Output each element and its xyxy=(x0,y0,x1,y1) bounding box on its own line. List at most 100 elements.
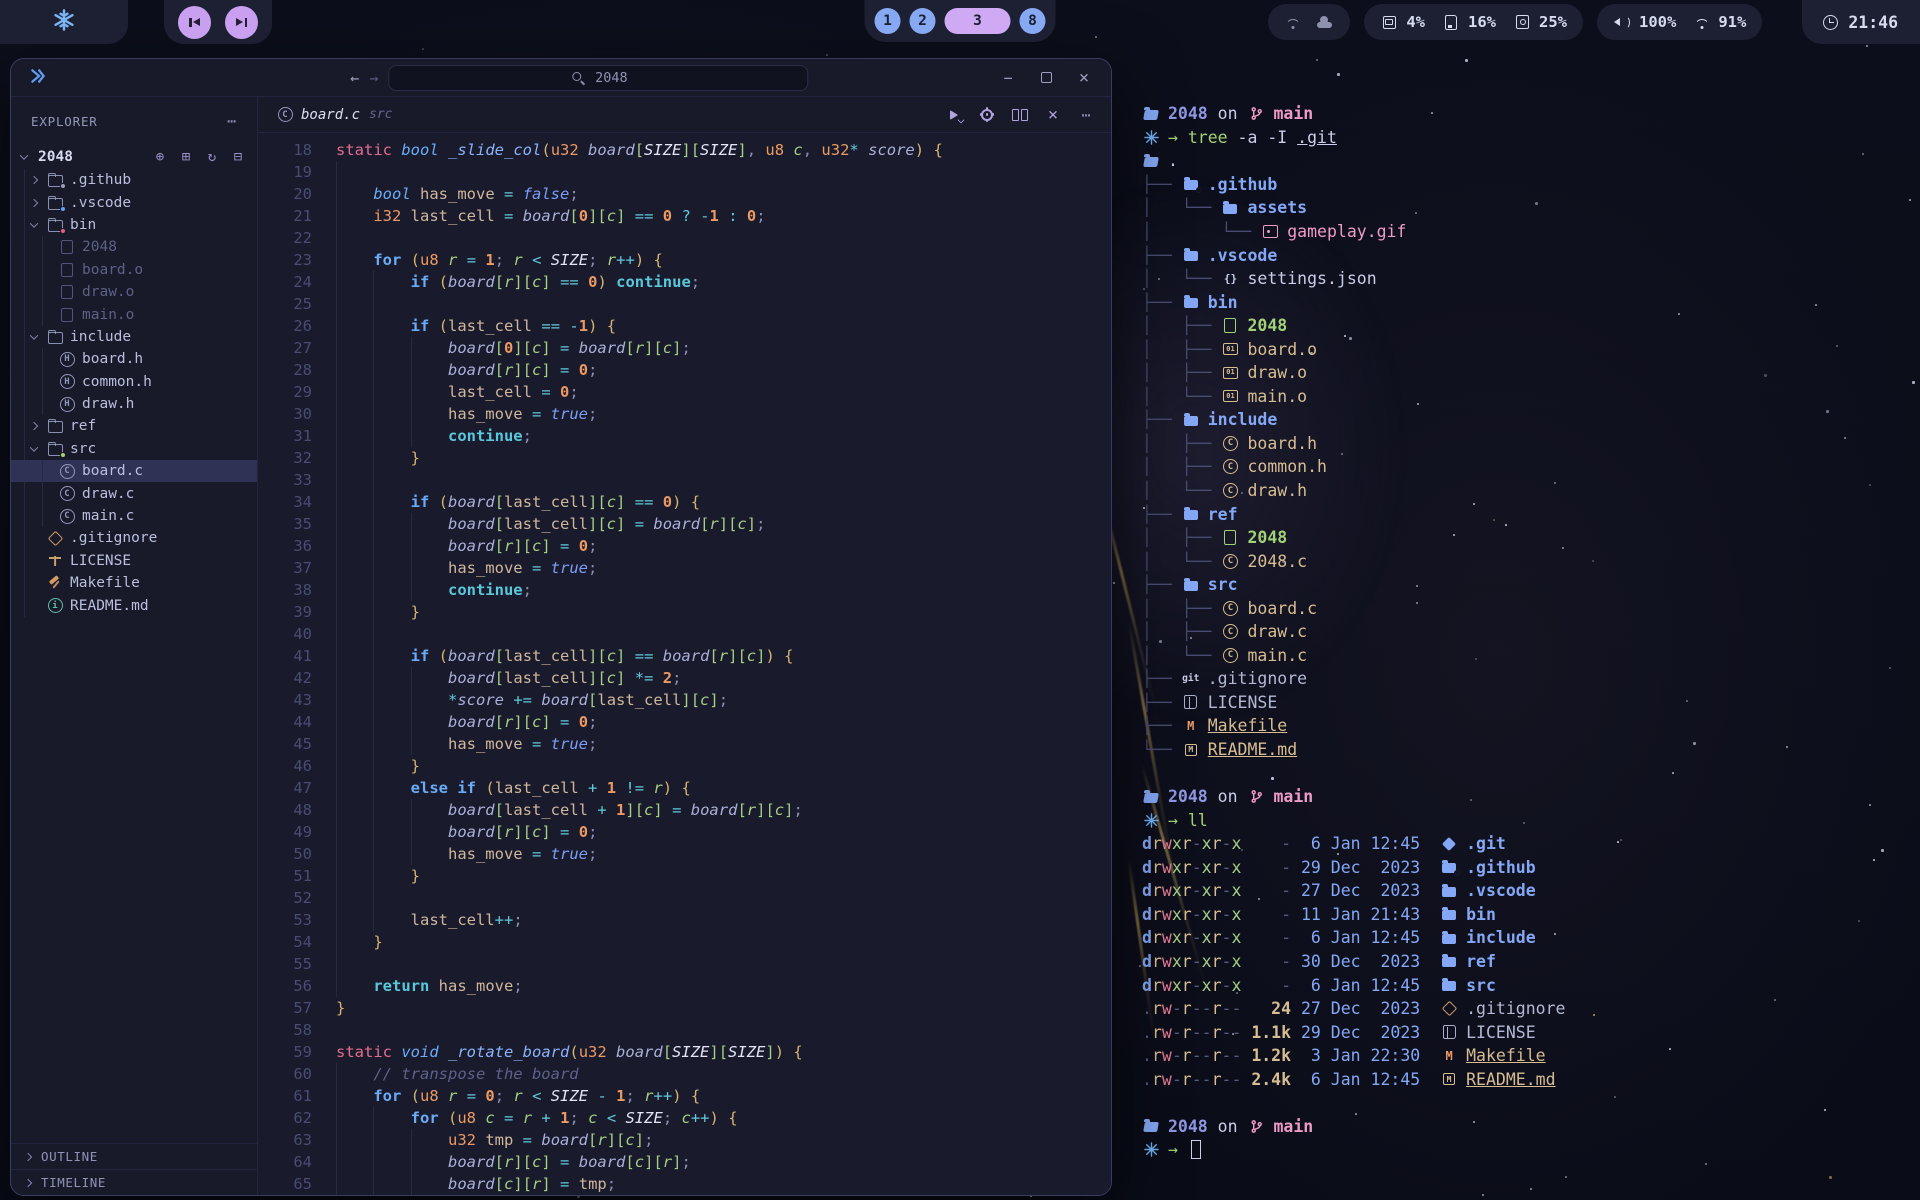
code-line[interactable]: 39 } xyxy=(258,601,1111,623)
code-line[interactable]: 61 for (u8 r = 0; r < SIZE - 1; r++) { xyxy=(258,1085,1111,1107)
code-line[interactable]: 47 else if (last_cell + 1 != r) { xyxy=(258,777,1111,799)
code-line[interactable]: 32 } xyxy=(258,447,1111,469)
explorer-item-.github[interactable]: .github xyxy=(11,169,257,191)
code-line[interactable]: 41 if (board[last_cell][c] == board[r][c… xyxy=(258,645,1111,667)
explorer-item-board.c[interactable]: board.c xyxy=(11,460,257,482)
explorer-item-Makefile[interactable]: Makefile xyxy=(11,572,257,594)
media-next-button[interactable] xyxy=(225,6,258,39)
explorer-item-LICENSE[interactable]: LICENSE xyxy=(11,550,257,572)
code-line[interactable]: 43 *score += board[last_cell][c]; xyxy=(258,689,1111,711)
editor-more-actions[interactable] xyxy=(1077,107,1095,123)
explorer-item-draw.h[interactable]: draw.h xyxy=(11,393,257,415)
explorer-item-.vscode[interactable]: .vscode xyxy=(11,191,257,213)
history-back-button[interactable]: ← xyxy=(350,69,359,87)
explorer-more-actions[interactable] xyxy=(223,113,241,129)
window-titlebar[interactable]: ← → 2048 xyxy=(11,59,1111,97)
code-line[interactable]: 57} xyxy=(258,997,1111,1019)
close-window-button[interactable] xyxy=(1075,70,1093,86)
code-line[interactable]: 62 for (u8 c = r + 1; c < SIZE; c++) { xyxy=(258,1107,1111,1129)
new-file-button[interactable] xyxy=(151,148,169,166)
explorer-item-main.o[interactable]: main.o xyxy=(11,303,257,325)
code-line[interactable]: 26 if (last_cell == -1) { xyxy=(258,315,1111,337)
explorer-item-bin[interactable]: bin xyxy=(11,214,257,236)
code-line[interactable]: 52 xyxy=(258,887,1111,909)
nixos-logo-pill[interactable] xyxy=(0,0,128,44)
minimize-button[interactable] xyxy=(999,70,1017,86)
explorer-item-src[interactable]: src xyxy=(11,438,257,460)
code-line[interactable]: 44 board[r][c] = 0; xyxy=(258,711,1111,733)
code-line[interactable]: 38 continue; xyxy=(258,579,1111,601)
close-tab-button[interactable] xyxy=(1044,107,1062,123)
workspace-3[interactable]: 3 xyxy=(945,8,1011,34)
outline-panel-header[interactable]: OUTLINE xyxy=(11,1143,257,1169)
code-line[interactable]: 64 board[r][c] = board[c][r]; xyxy=(258,1151,1111,1173)
code-line[interactable]: 35 board[last_cell][c] = board[r][c]; xyxy=(258,513,1111,535)
code-line[interactable]: 29 last_cell = 0; xyxy=(258,381,1111,403)
explorer-item-board.h[interactable]: board.h xyxy=(11,348,257,370)
code-line[interactable]: 49 board[r][c] = 0; xyxy=(258,821,1111,843)
code-line[interactable]: 31 continue; xyxy=(258,425,1111,447)
code-line[interactable]: 48 board[last_cell + 1][c] = board[r][c]… xyxy=(258,799,1111,821)
explorer-item-board.o[interactable]: board.o xyxy=(11,259,257,281)
code-line[interactable]: 56 return has_move; xyxy=(258,975,1111,997)
code-line[interactable]: 22 xyxy=(258,227,1111,249)
code-line[interactable]: 27 board[0][c] = board[r][c]; xyxy=(258,337,1111,359)
explorer-item-draw.o[interactable]: draw.o xyxy=(11,281,257,303)
explorer-item-ref[interactable]: ref xyxy=(11,415,257,437)
code-line[interactable]: 36 board[r][c] = 0; xyxy=(258,535,1111,557)
code-line[interactable]: 37 has_move = true; xyxy=(258,557,1111,579)
code-line[interactable]: 63 u32 tmp = board[r][c]; xyxy=(258,1129,1111,1151)
explorer-item-2048[interactable]: 2048 xyxy=(11,236,257,258)
run-settings-button[interactable] xyxy=(978,107,996,123)
code-line[interactable]: 25 xyxy=(258,293,1111,315)
code-line[interactable]: 24 if (board[r][c] == 0) continue; xyxy=(258,271,1111,293)
code-line[interactable]: 58 xyxy=(258,1019,1111,1041)
explorer-item-common.h[interactable]: common.h xyxy=(11,371,257,393)
tab-board-c[interactable]: board.c src xyxy=(258,97,411,132)
code-line[interactable]: 59static void _rotate_board(u32 board[SI… xyxy=(258,1041,1111,1063)
run-file-button[interactable] xyxy=(945,107,963,123)
explorer-item-.gitignore[interactable]: .gitignore xyxy=(11,527,257,549)
code-line[interactable]: 19 xyxy=(258,161,1111,183)
code-line[interactable]: 55 xyxy=(258,953,1111,975)
timeline-panel-header[interactable]: TIMELINE xyxy=(11,1169,257,1195)
code-line[interactable]: 28 board[r][c] = 0; xyxy=(258,359,1111,381)
maximize-button[interactable] xyxy=(1037,70,1055,86)
workspace-1[interactable]: 1 xyxy=(875,8,901,34)
code-line[interactable]: 50 has_move = true; xyxy=(258,843,1111,865)
code-line[interactable]: 54 } xyxy=(258,931,1111,953)
refresh-explorer-button[interactable] xyxy=(203,148,221,166)
code-line[interactable]: 20 bool has_move = false; xyxy=(258,183,1111,205)
code-line[interactable]: 65 board[c][r] = tmp; xyxy=(258,1173,1111,1195)
code-line[interactable]: 30 has_move = true; xyxy=(258,403,1111,425)
code-line[interactable]: 60 // transpose the board xyxy=(258,1063,1111,1085)
workspace-2[interactable]: 2 xyxy=(910,8,936,34)
code-editor[interactable]: 18static bool _slide_col(u32 board[SIZE]… xyxy=(258,133,1111,1195)
terminal-cursor[interactable] xyxy=(1191,1140,1201,1159)
code-line[interactable]: 18static bool _slide_col(u32 board[SIZE]… xyxy=(258,139,1111,161)
text: main.o xyxy=(1247,387,1307,406)
explorer-item-main.c[interactable]: main.c xyxy=(11,505,257,527)
code-line[interactable]: 34 if (board[last_cell][c] == 0) { xyxy=(258,491,1111,513)
code-line[interactable]: 23 for (u8 r = 1; r < SIZE; r++) { xyxy=(258,249,1111,271)
code-line[interactable]: 45 has_move = true; xyxy=(258,733,1111,755)
code-line[interactable]: 53 last_cell++; xyxy=(258,909,1111,931)
workspace-8[interactable]: 8 xyxy=(1020,8,1046,34)
code-line[interactable]: 33 xyxy=(258,469,1111,491)
explorer-item-README.md[interactable]: README.md xyxy=(11,594,257,616)
terminal[interactable]: 2048 on main→ tree -a -I .git.├── .githu… xyxy=(1142,102,1912,1192)
explorer-item-draw.c[interactable]: draw.c xyxy=(11,482,257,504)
code-line[interactable]: 51 } xyxy=(258,865,1111,887)
collapse-folders-button[interactable] xyxy=(229,148,247,166)
code-line[interactable]: 21 i32 last_cell = board[0][c] == 0 ? -1… xyxy=(258,205,1111,227)
split-editor-button[interactable] xyxy=(1011,107,1029,123)
explorer-root-folder[interactable]: 2048 xyxy=(11,145,257,169)
media-prev-button[interactable] xyxy=(178,6,211,39)
command-center-search[interactable]: 2048 xyxy=(388,65,808,91)
history-forward-button[interactable]: → xyxy=(369,69,378,87)
code-line[interactable]: 46 } xyxy=(258,755,1111,777)
explorer-item-include[interactable]: include xyxy=(11,326,257,348)
new-folder-button[interactable] xyxy=(177,148,195,166)
code-line[interactable]: 40 xyxy=(258,623,1111,645)
code-line[interactable]: 42 board[last_cell][c] *= 2; xyxy=(258,667,1111,689)
